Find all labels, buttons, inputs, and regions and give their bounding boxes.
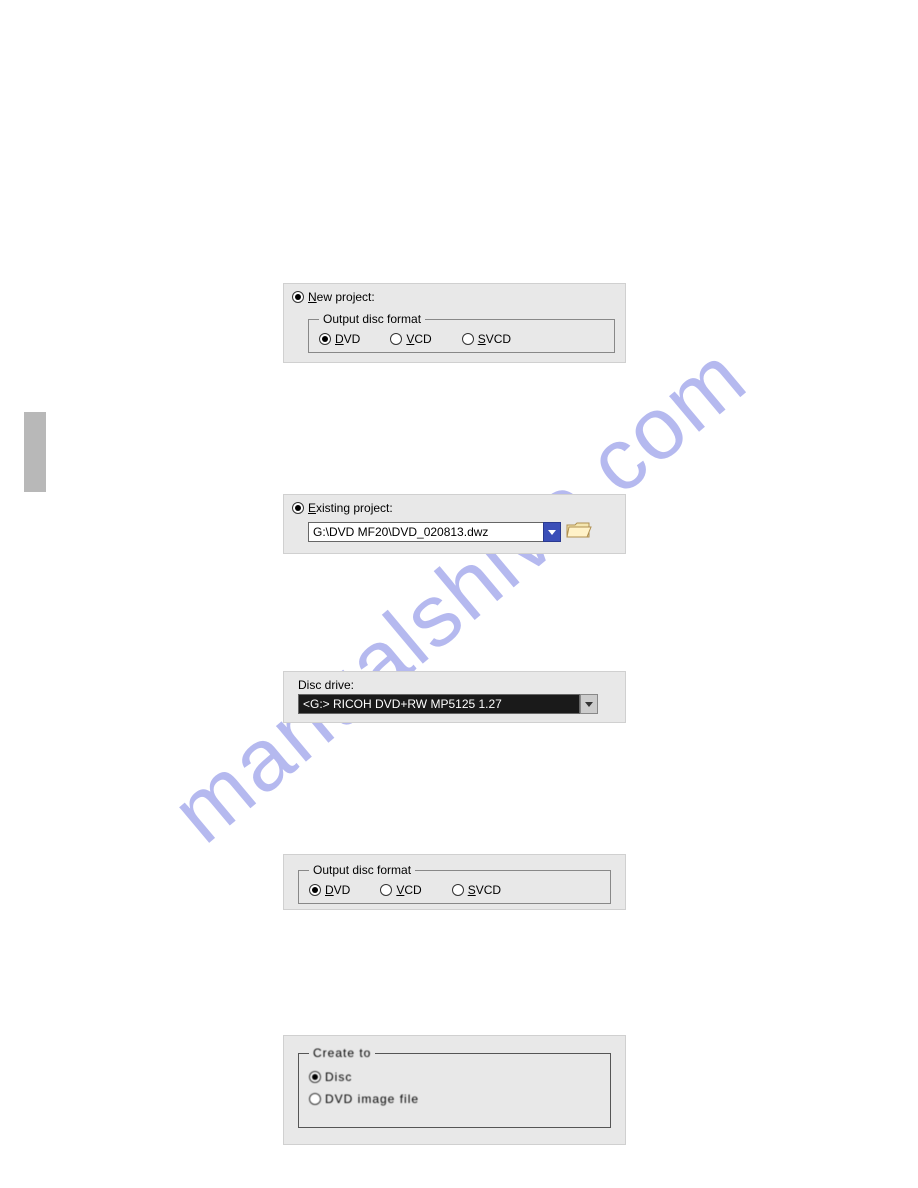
create-to-fieldset: Create to Disc DVD image file <box>298 1046 611 1128</box>
disc-drive-panel: Disc drive: <G:> RICOH DVD+RW MP5125 1.2… <box>283 671 626 723</box>
svcd-radio-2[interactable] <box>452 884 464 896</box>
chevron-down-icon <box>584 699 594 709</box>
svcd-option-1[interactable]: SVCD <box>462 332 511 346</box>
new-project-label: New project: <box>308 290 375 304</box>
vcd-label-1: VCD <box>406 332 431 346</box>
disc-radio[interactable] <box>309 1071 321 1083</box>
existing-project-radio-row[interactable]: Existing project: <box>284 495 625 519</box>
dvd-radio-2[interactable] <box>309 884 321 896</box>
new-project-radio-row[interactable]: New project: <box>284 284 625 308</box>
create-to-panel: Create to Disc DVD image file <box>283 1035 626 1145</box>
disc-drive-select[interactable]: <G:> RICOH DVD+RW MP5125 1.27 <box>298 694 580 714</box>
browse-folder-button[interactable] <box>561 519 593 544</box>
dvd-option-2[interactable]: DVD <box>309 883 350 897</box>
new-project-radio[interactable] <box>292 291 304 303</box>
output-format-fieldset-1: Output disc format DVD VCD SVCD <box>308 312 615 353</box>
create-to-legend: Create to <box>309 1046 375 1060</box>
folder-icon <box>565 519 593 541</box>
svcd-radio-1[interactable] <box>462 333 474 345</box>
output-format-fieldset-2: Output disc format DVD VCD SVCD <box>298 863 611 904</box>
svcd-option-2[interactable]: SVCD <box>452 883 501 897</box>
output-format-legend-1: Output disc format <box>319 312 425 326</box>
disc-label: Disc <box>325 1070 352 1084</box>
image-file-label: DVD image file <box>325 1092 419 1106</box>
vcd-label-2: VCD <box>396 883 421 897</box>
side-tab <box>24 412 46 492</box>
existing-project-radio[interactable] <box>292 502 304 514</box>
disc-drive-label: Disc drive: <box>298 678 354 692</box>
image-file-option[interactable]: DVD image file <box>309 1088 600 1110</box>
image-file-radio[interactable] <box>309 1093 321 1105</box>
project-path-input[interactable]: G:\DVD MF20\DVD_020813.dwz <box>308 522 544 542</box>
dvd-label-1: DVD <box>335 332 360 346</box>
output-format-panel-2: Output disc format DVD VCD SVCD <box>283 854 626 910</box>
svcd-label-2: SVCD <box>468 883 501 897</box>
vcd-radio-2[interactable] <box>380 884 392 896</box>
project-path-dropdown[interactable] <box>543 522 561 542</box>
existing-project-panel: Existing project: G:\DVD MF20\DVD_020813… <box>283 494 626 554</box>
watermark-text: manualshive.com <box>152 325 765 863</box>
disc-option[interactable]: Disc <box>309 1066 600 1088</box>
svcd-label-1: SVCD <box>478 332 511 346</box>
dvd-option-1[interactable]: DVD <box>319 332 360 346</box>
dvd-label-2: DVD <box>325 883 350 897</box>
disc-drive-dropdown[interactable] <box>580 694 598 714</box>
vcd-option-1[interactable]: VCD <box>390 332 431 346</box>
chevron-down-icon <box>547 527 557 537</box>
vcd-option-2[interactable]: VCD <box>380 883 421 897</box>
vcd-radio-1[interactable] <box>390 333 402 345</box>
existing-project-label: Existing project: <box>308 501 393 515</box>
dvd-radio-1[interactable] <box>319 333 331 345</box>
output-format-legend-2: Output disc format <box>309 863 415 877</box>
new-project-panel: New project: Output disc format DVD VCD … <box>283 283 626 363</box>
